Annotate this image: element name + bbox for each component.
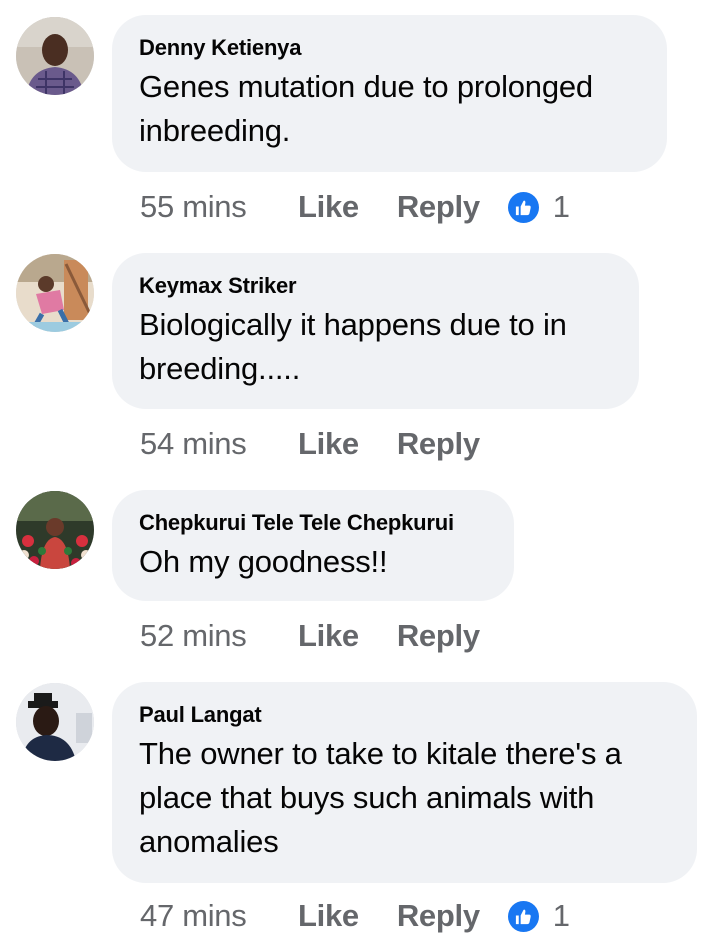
comment-actions: 52 mins Like Reply — [140, 616, 518, 656]
avatar[interactable] — [16, 491, 94, 569]
comment-text: Biologically it happens due to in breedi… — [139, 303, 611, 391]
comment-line: Biologically it happens due to in — [139, 307, 567, 342]
reaction-summary[interactable]: 1 — [507, 898, 571, 934]
comment-bubble: Paul Langat The owner to take to kitale … — [112, 682, 697, 883]
comment-author[interactable]: Paul Langat — [139, 702, 669, 728]
like-button[interactable]: Like — [298, 618, 359, 654]
comment-time[interactable]: 47 mins — [140, 898, 298, 934]
comment-line: breeding..... — [139, 351, 301, 386]
comment-time[interactable]: 54 mins — [140, 426, 298, 462]
reply-button[interactable]: Reply — [397, 426, 480, 462]
comment-bubble: Keymax Striker Biologically it happens d… — [112, 253, 639, 409]
like-button[interactable]: Like — [298, 898, 359, 934]
user-photo-icon — [16, 254, 94, 332]
reply-button[interactable]: Reply — [397, 189, 480, 225]
comment-actions: 47 mins Like Reply 1 — [140, 896, 570, 936]
avatar[interactable] — [16, 17, 94, 95]
comment-text: The owner to take to kitale there's a pl… — [139, 732, 669, 864]
comment-line: place that buys such animals with — [139, 780, 595, 815]
reaction-count: 1 — [552, 189, 571, 224]
reaction-count: 1 — [552, 898, 571, 933]
reply-button[interactable]: Reply — [397, 898, 480, 934]
comment-line: The owner to take to kitale there's a — [139, 736, 622, 771]
reply-button[interactable]: Reply — [397, 618, 480, 654]
comment-line: Genes mutation due to prolonged — [139, 69, 593, 104]
comment-author[interactable]: Chepkurui Tele Tele Chepkurui — [139, 510, 486, 536]
comment-time[interactable]: 52 mins — [140, 618, 298, 654]
comment-author[interactable]: Denny Ketienya — [139, 35, 639, 61]
like-button[interactable]: Like — [298, 426, 359, 462]
avatar[interactable] — [16, 683, 94, 761]
user-photo-icon — [16, 17, 94, 95]
comment-line: inbreeding. — [139, 113, 291, 148]
comment-text: Genes mutation due to prolonged inbreedi… — [139, 65, 639, 153]
avatar[interactable] — [16, 254, 94, 332]
comment-bubble: Chepkurui Tele Tele Chepkurui Oh my good… — [112, 490, 514, 601]
comment-author[interactable]: Keymax Striker — [139, 273, 611, 299]
comment-line: Oh my goodness!! — [139, 544, 388, 579]
comment-time[interactable]: 55 mins — [140, 189, 298, 225]
comment-bubble: Denny Ketienya Genes mutation due to pro… — [112, 15, 667, 172]
comment-actions: 55 mins Like Reply 1 — [140, 187, 570, 227]
comment-text: Oh my goodness!! — [139, 540, 486, 584]
user-photo-icon — [16, 491, 94, 569]
reaction-summary[interactable]: 1 — [507, 189, 571, 225]
like-button[interactable]: Like — [298, 189, 359, 225]
comment-line: anomalies — [139, 824, 279, 859]
user-photo-icon — [16, 683, 94, 761]
thumbs-up-icon — [507, 191, 539, 223]
comment-actions: 54 mins Like Reply — [140, 424, 518, 464]
